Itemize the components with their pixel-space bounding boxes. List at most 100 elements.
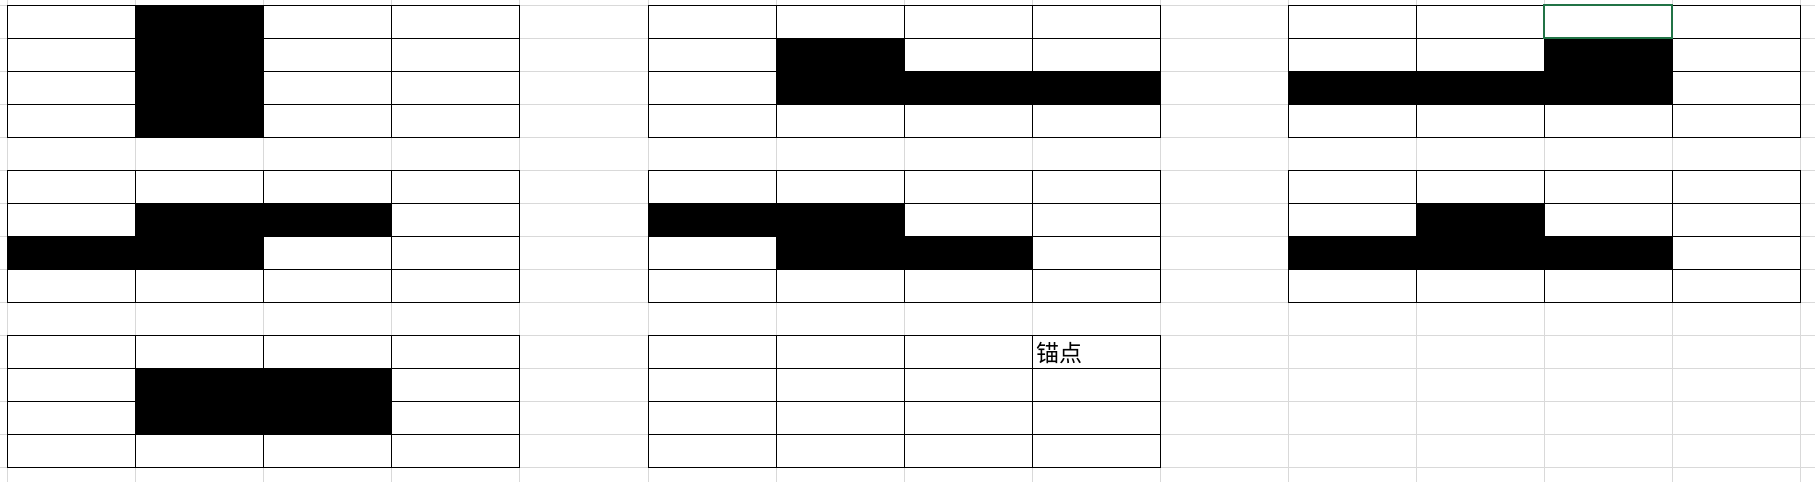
cell[interactable] [263, 434, 391, 467]
cell[interactable] [391, 269, 519, 302]
filled-cell[interactable] [7, 236, 135, 269]
cell[interactable] [1288, 434, 1416, 467]
cell[interactable] [1800, 368, 1815, 401]
cell[interactable] [391, 236, 519, 269]
cell[interactable] [1416, 104, 1544, 137]
filled-cell[interactable] [904, 71, 1032, 104]
cell[interactable] [391, 5, 519, 38]
cell[interactable] [1288, 269, 1416, 302]
filled-cell[interactable] [648, 203, 776, 236]
cell[interactable] [1160, 170, 1288, 203]
cell[interactable] [904, 401, 1032, 434]
cell[interactable] [1672, 203, 1800, 236]
cell[interactable] [519, 269, 648, 302]
cell[interactable] [1416, 137, 1544, 170]
cell[interactable] [7, 302, 135, 335]
cell[interactable] [1032, 236, 1160, 269]
cell[interactable] [7, 269, 135, 302]
cell[interactable] [1800, 5, 1815, 38]
cell[interactable] [135, 170, 263, 203]
cell[interactable] [391, 302, 519, 335]
cell[interactable] [1160, 302, 1288, 335]
filled-cell[interactable] [1416, 203, 1544, 236]
cell[interactable] [1800, 401, 1815, 434]
cell[interactable] [1672, 335, 1800, 368]
cell[interactable] [519, 434, 648, 467]
cell[interactable] [1800, 434, 1815, 467]
cell[interactable] [1672, 368, 1800, 401]
filled-cell[interactable] [135, 5, 263, 38]
cell[interactable] [1544, 104, 1672, 137]
cell[interactable] [7, 170, 135, 203]
cell[interactable] [648, 236, 776, 269]
cell[interactable] [1288, 335, 1416, 368]
cell[interactable] [1672, 269, 1800, 302]
cell[interactable] [7, 203, 135, 236]
cell[interactable] [1288, 38, 1416, 71]
cell[interactable] [1544, 368, 1672, 401]
filled-cell[interactable] [776, 71, 904, 104]
spreadsheet-grid[interactable]: 锚点 [0, 0, 1815, 482]
filled-cell[interactable] [1288, 71, 1416, 104]
cell[interactable] [1416, 335, 1544, 368]
cell[interactable] [263, 467, 391, 482]
cell[interactable] [135, 335, 263, 368]
cell[interactable] [7, 335, 135, 368]
cell[interactable] [1416, 170, 1544, 203]
cell[interactable] [648, 137, 776, 170]
filled-cell[interactable] [1544, 236, 1672, 269]
filled-cell[interactable] [135, 71, 263, 104]
cell[interactable] [1544, 302, 1672, 335]
cell[interactable] [1672, 236, 1800, 269]
cell[interactable] [1416, 5, 1544, 38]
cell[interactable] [776, 104, 904, 137]
cell[interactable] [1288, 203, 1416, 236]
filled-cell[interactable] [135, 38, 263, 71]
cell[interactable] [7, 467, 135, 482]
cell[interactable] [391, 335, 519, 368]
cell[interactable] [519, 71, 648, 104]
cell[interactable] [776, 467, 904, 482]
filled-cell[interactable] [1544, 38, 1672, 71]
cell[interactable] [7, 401, 135, 434]
cell[interactable] [391, 434, 519, 467]
cell[interactable] [391, 137, 519, 170]
cell[interactable] [391, 104, 519, 137]
cell[interactable] [1160, 401, 1288, 434]
cell[interactable] [1288, 104, 1416, 137]
cell[interactable] [1800, 302, 1815, 335]
cell[interactable] [519, 236, 648, 269]
cell[interactable] [1800, 38, 1815, 71]
cell[interactable] [519, 335, 648, 368]
cell[interactable] [648, 401, 776, 434]
filled-cell[interactable] [135, 104, 263, 137]
cell[interactable] [391, 467, 519, 482]
cell[interactable] [519, 203, 648, 236]
cell[interactable] [1160, 269, 1288, 302]
cell[interactable] [1288, 137, 1416, 170]
filled-cell[interactable] [263, 401, 391, 434]
cell[interactable] [7, 137, 135, 170]
cell[interactable] [135, 434, 263, 467]
cell[interactable] [1800, 203, 1815, 236]
cell[interactable] [1160, 236, 1288, 269]
cell[interactable] [1032, 302, 1160, 335]
cell[interactable] [904, 434, 1032, 467]
cell[interactable] [263, 335, 391, 368]
cell[interactable] [263, 170, 391, 203]
cell[interactable] [1160, 137, 1288, 170]
filled-cell[interactable] [1544, 71, 1672, 104]
cell[interactable] [263, 236, 391, 269]
cell[interactable] [135, 269, 263, 302]
cell[interactable] [776, 434, 904, 467]
cell[interactable] [1160, 203, 1288, 236]
cell[interactable] [7, 71, 135, 104]
cell[interactable] [904, 368, 1032, 401]
cell[interactable] [7, 38, 135, 71]
cell[interactable] [135, 137, 263, 170]
cell[interactable] [1288, 467, 1416, 482]
cell[interactable] [1160, 434, 1288, 467]
cell[interactable] [1160, 38, 1288, 71]
cell[interactable] [1672, 302, 1800, 335]
cell[interactable] [519, 38, 648, 71]
